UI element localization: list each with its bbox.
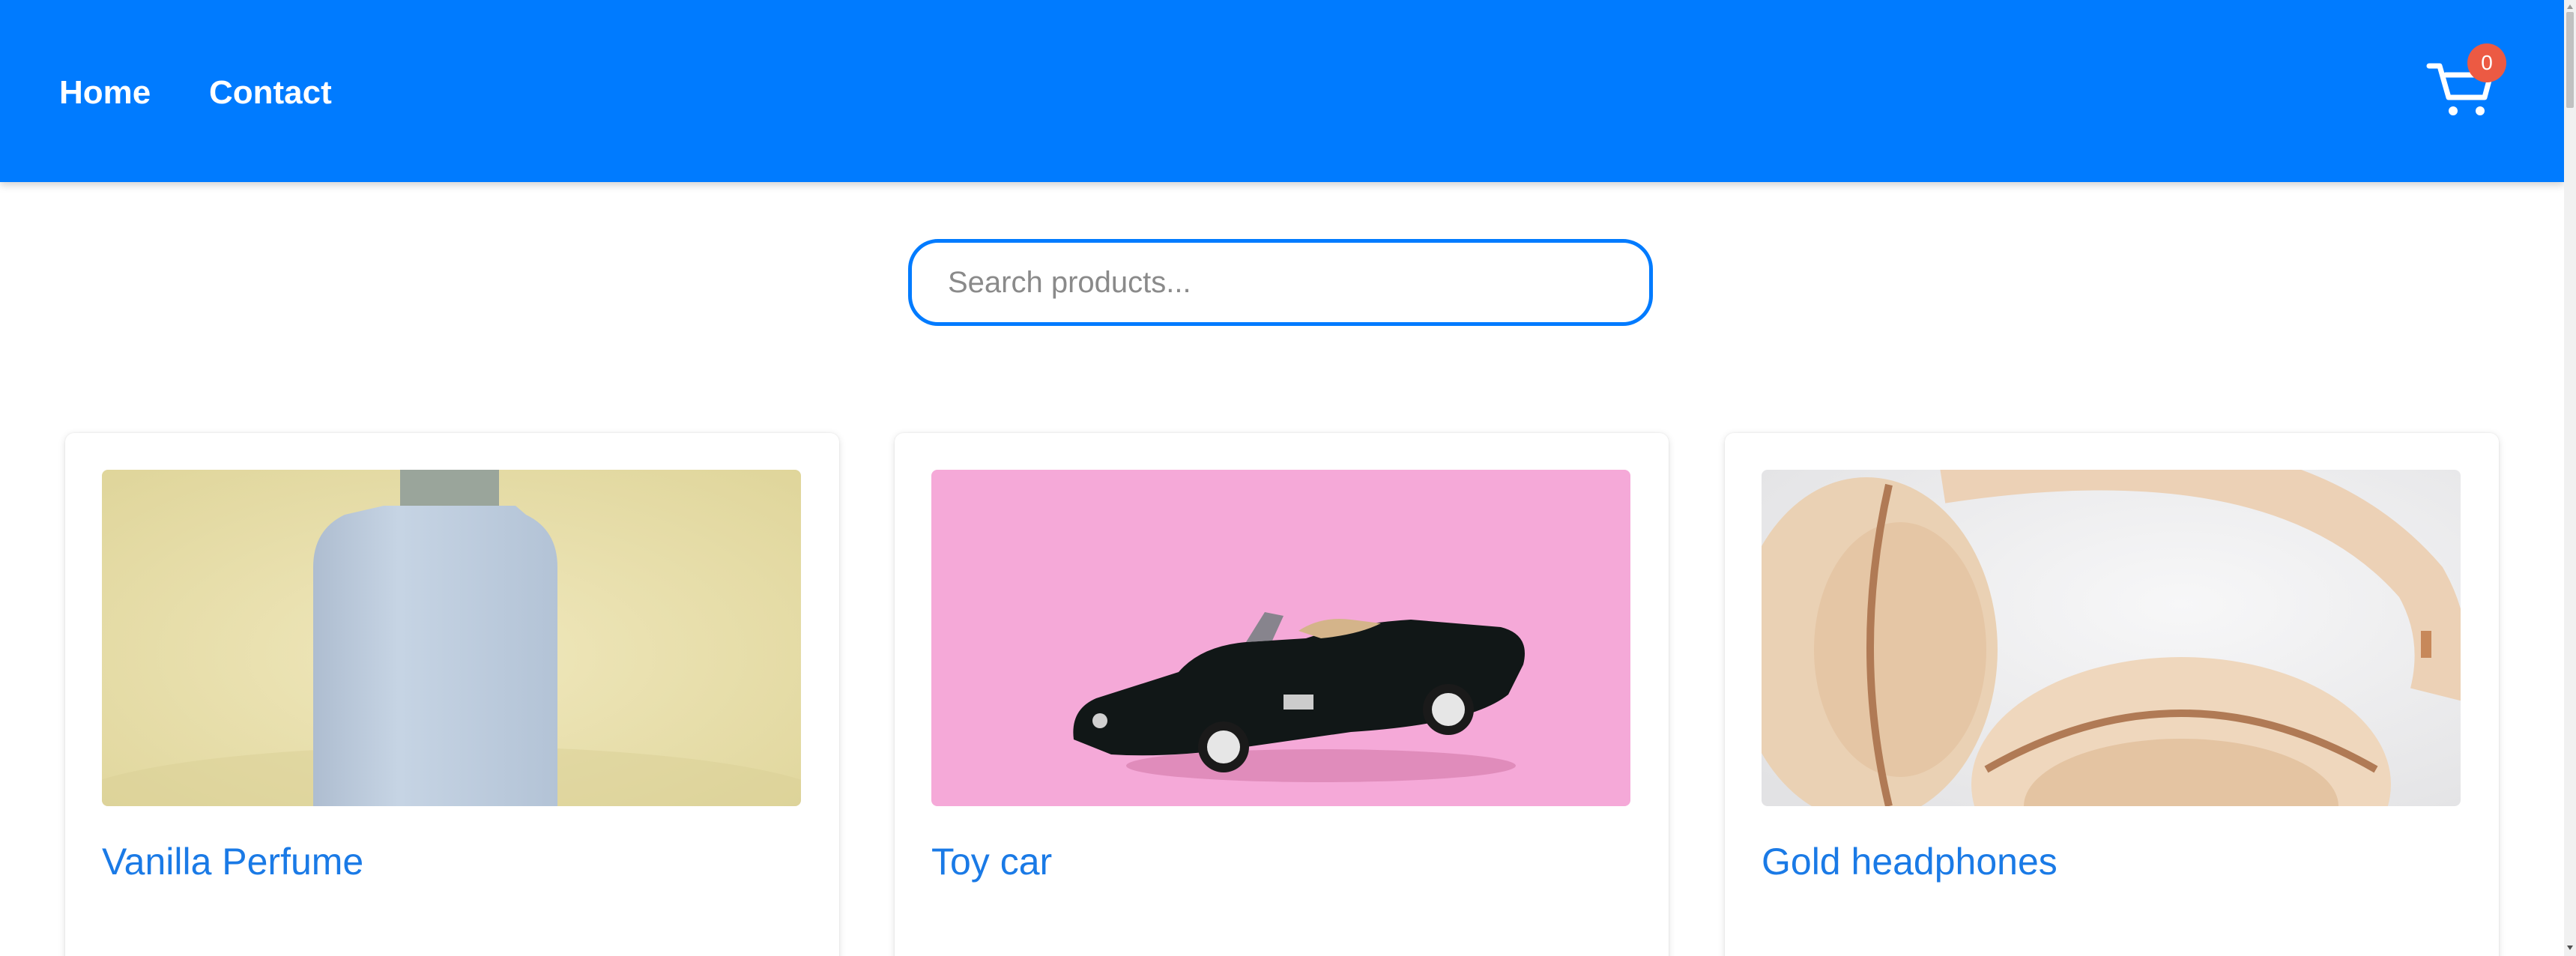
product-title[interactable]: Gold headphones <box>1762 836 2058 887</box>
search-input[interactable] <box>908 239 1653 326</box>
product-title[interactable]: Vanilla Perfume <box>102 836 363 887</box>
product-image-toy-car[interactable] <box>931 470 1630 806</box>
product-card-toy-car[interactable]: Toy car <box>895 433 1669 956</box>
cart-count-badge: 0 <box>2467 43 2506 82</box>
vertical-scrollbar[interactable] <box>2564 0 2576 956</box>
product-image-perfume[interactable] <box>102 470 801 806</box>
scroll-up-arrow-icon[interactable] <box>2567 4 2573 9</box>
scrollbar-thumb[interactable] <box>2566 12 2574 108</box>
nav-link-contact[interactable]: Contact <box>209 72 332 114</box>
product-title[interactable]: Toy car <box>931 836 1052 887</box>
product-card-vanilla-perfume[interactable]: Vanilla Perfume <box>65 433 839 956</box>
product-card-gold-headphones[interactable]: Gold headphones <box>1725 433 2499 956</box>
navbar: Home Contact 0 <box>0 0 2564 182</box>
page: Home Contact 0 Search products... Vanill… <box>0 0 2576 956</box>
scroll-down-arrow-icon[interactable] <box>2567 946 2573 950</box>
nav-link-home[interactable]: Home <box>59 72 151 114</box>
product-image-headphones[interactable] <box>1762 470 2461 806</box>
